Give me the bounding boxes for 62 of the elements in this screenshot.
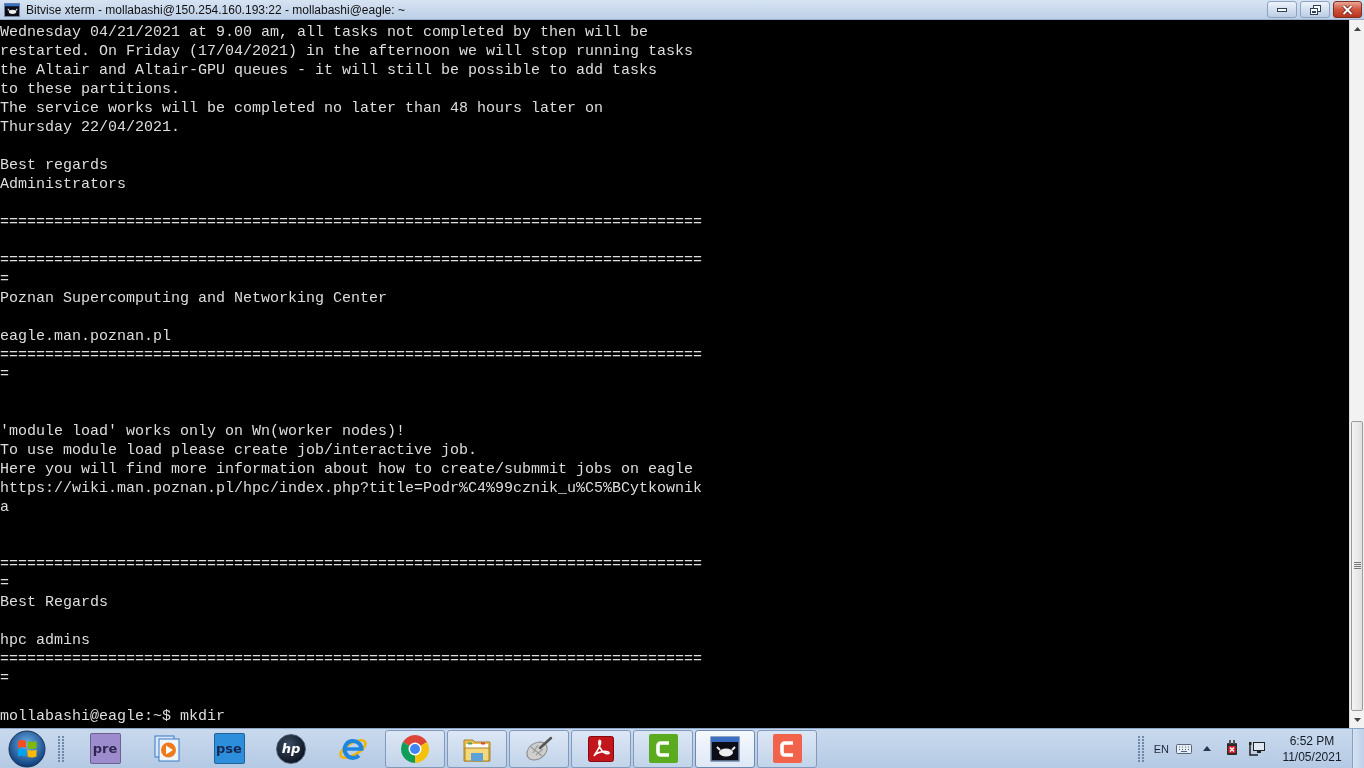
terminal-line: Best Regards	[0, 593, 109, 612]
restore-icon	[1309, 4, 1321, 15]
terminal-line: Wednesday 04/21/2021 at 9.00 am, all tasks not completed by then will be	[0, 23, 649, 42]
up-arrow-icon	[1353, 26, 1361, 31]
prompt-text: mollabashi@eagle:~$	[0, 707, 172, 726]
terminal-line: eagle.man.poznan.pl	[0, 327, 172, 346]
terminal-line: Poznan Supercomputing and Networking Center	[0, 289, 388, 308]
terminal-line: ==============================================================================	[0, 555, 703, 574]
terminal-line: https://wiki.man.poznan.pl/hpc/index.php?title=Podr%C4%99cznik_u%C5%BCytkownik	[0, 479, 703, 498]
terminal-line: Administrators	[0, 175, 127, 194]
terminal-line: the Altair and Altair-GPU queues - it will still be possible to add tasks	[0, 61, 658, 80]
terminal-line: hpc admins	[0, 631, 90, 650]
segmented-circle-icon	[400, 733, 430, 764]
terminal-line: ==============================================================================	[0, 346, 703, 365]
window-title: Bitvise xterm - mollabashi@150.254.160.193:22 - mollabashi@eagle: ~	[26, 2, 405, 17]
flag-orb-icon	[8, 729, 46, 768]
terminal-line: Thursday 22/04/2021.	[0, 118, 181, 137]
taskbar-button[interactable]	[695, 729, 755, 768]
terminal-line: =	[0, 574, 9, 593]
minimize-button[interactable]	[1267, 1, 1297, 18]
close-button[interactable]	[1333, 1, 1362, 18]
plug-icon[interactable]	[1224, 740, 1240, 757]
terminal-line: =	[0, 365, 9, 384]
restore-button[interactable]	[1300, 1, 1330, 18]
grip-icon[interactable]	[1137, 735, 1144, 762]
terminal-window-icon	[710, 735, 740, 762]
taskbar-button[interactable]: pse	[213, 733, 245, 764]
language-indicator[interactable]: EN	[1153, 742, 1169, 755]
taskbar-button[interactable]: pre	[89, 733, 121, 764]
command-text: mkdir	[180, 707, 226, 726]
swirl-tile-icon	[587, 734, 615, 763]
terminal-line: Here you will find more information about how to create/submmit jobs on eagle	[0, 460, 694, 479]
dish-antenna-icon	[524, 734, 554, 763]
minimize-icon	[1277, 7, 1287, 12]
terminal-app-icon	[4, 2, 20, 17]
terminal-line: ==============================================================================	[0, 251, 703, 270]
terminal-line: restarted. On Friday (17/04/2021) in the afternoon we will stop running tasks	[0, 42, 694, 61]
keyboard-icon[interactable]	[1176, 743, 1192, 754]
terminal-line: =	[0, 270, 9, 289]
show-hidden-icons-button[interactable]	[1203, 746, 1211, 751]
terminal-line: =	[0, 669, 9, 688]
taskbar-button[interactable]: hp	[276, 733, 306, 764]
taskbar-button[interactable]	[571, 729, 631, 768]
clock-time[interactable]: 6:52 PM	[1289, 733, 1335, 748]
grip-icon[interactable]	[58, 735, 64, 762]
terminal-line: a	[0, 498, 9, 517]
terminal-line: ==============================================================================	[0, 650, 703, 669]
terminal-line: ==============================================================================	[0, 213, 703, 232]
terminal-line: Best regards	[0, 156, 109, 175]
network-icon[interactable]	[1249, 740, 1265, 757]
start-button[interactable]	[8, 729, 46, 768]
up-caret-icon	[1203, 746, 1211, 751]
terminal-line: The service works will be completed no later than 48 hours later on	[0, 99, 604, 118]
terminal-line: To use module load please create job/interactive job.	[0, 441, 478, 460]
thumb-grip-icon	[1353, 562, 1361, 570]
terminal-line: 'module load' works only on Wn(worker nodes)!	[0, 422, 406, 441]
down-arrow-icon	[1353, 717, 1361, 722]
terminal-line: to these partitions.	[0, 80, 181, 99]
clock-date[interactable]: 11/05/2021	[1282, 749, 1342, 764]
close-icon	[1342, 4, 1353, 15]
scrollbar-thumb[interactable]	[1351, 421, 1363, 711]
play-square-icon	[154, 735, 180, 762]
